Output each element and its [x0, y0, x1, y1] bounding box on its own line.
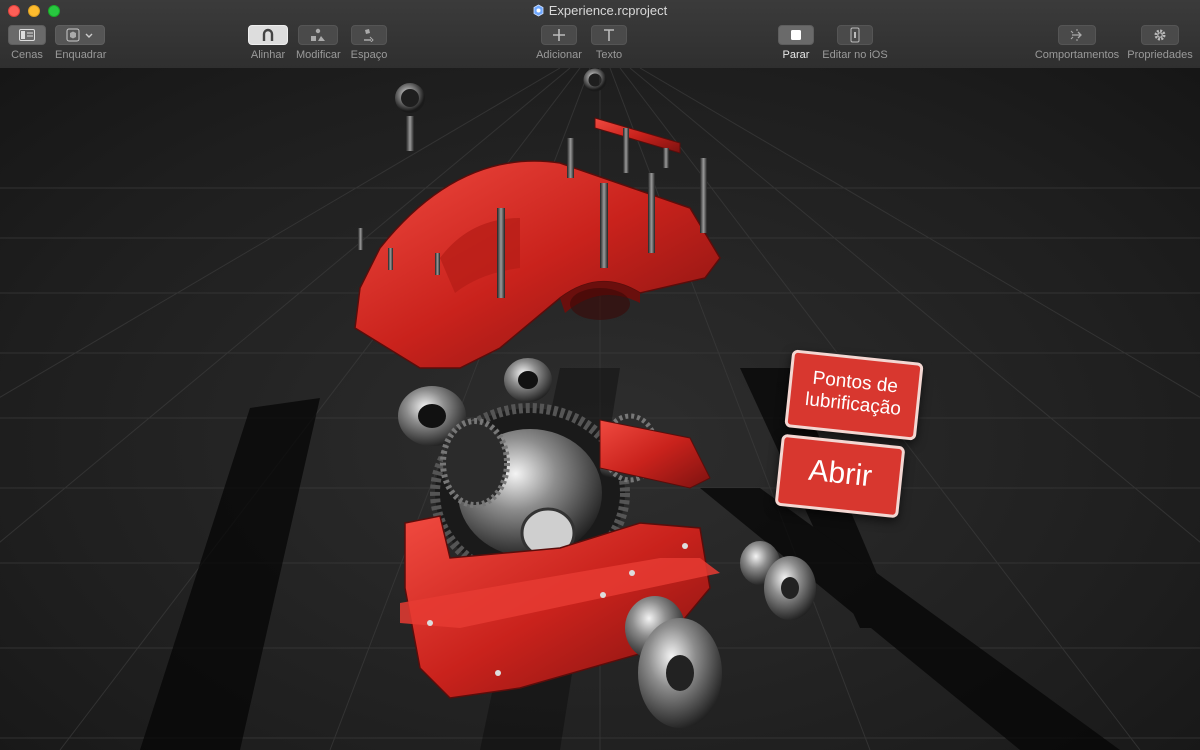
edit-ios-button[interactable]	[837, 25, 873, 45]
frame-cube-icon	[66, 28, 93, 42]
behaviors-button[interactable]	[1058, 25, 1096, 45]
modify-button[interactable]	[298, 25, 338, 45]
open-button[interactable]: Abrir	[774, 433, 906, 519]
text-icon	[604, 29, 614, 41]
frame-tool[interactable]: Enquadrar	[55, 25, 107, 62]
frame-label: Enquadrar	[55, 49, 107, 61]
edit-ios-tool[interactable]: Editar no iOS	[822, 25, 888, 62]
lubrication-points-button[interactable]: Pontos de lubrificação	[784, 349, 924, 441]
stop-icon	[791, 30, 801, 40]
gear-icon	[1154, 29, 1166, 41]
space-button[interactable]	[351, 25, 387, 45]
window-title: Experience.rcproject	[0, 3, 1200, 21]
scenes-button[interactable]	[8, 25, 46, 45]
frame-button[interactable]	[55, 25, 105, 45]
text-tool[interactable]: Texto	[591, 25, 627, 62]
text-button[interactable]	[591, 25, 627, 45]
sidebar-icon	[19, 29, 35, 41]
add-label: Adicionar	[536, 49, 582, 61]
text-label: Texto	[595, 49, 623, 61]
properties-button[interactable]	[1141, 25, 1179, 45]
plus-icon	[553, 29, 565, 41]
reality-composer-document-icon	[533, 4, 544, 21]
modify-shapes-icon	[311, 28, 325, 41]
behaviors-label: Comportamentos	[1034, 49, 1120, 61]
space-label: Espaço	[350, 49, 388, 61]
magnet-icon	[262, 28, 274, 41]
edit-ios-label: Editar no iOS	[822, 49, 888, 61]
properties-label: Propriedades	[1127, 49, 1193, 61]
modify-tool[interactable]: Modificar	[296, 25, 341, 62]
app-window: Experience.rcproject Cenas Enquadrar Ali…	[0, 0, 1200, 750]
align-label: Alinhar	[250, 49, 286, 61]
scenes-tool[interactable]: Cenas	[8, 25, 46, 62]
add-tool[interactable]: Adicionar	[535, 25, 583, 62]
iphone-icon	[850, 27, 860, 43]
scene-canvas	[0, 68, 1200, 750]
stop-button[interactable]	[778, 25, 814, 45]
add-button[interactable]	[541, 25, 577, 45]
window-title-text: Experience.rcproject	[548, 3, 668, 18]
upper-housing	[354, 160, 721, 369]
scene-viewport[interactable]: Pontos de lubrificação Abrir	[0, 68, 1200, 750]
cover-plate	[594, 117, 681, 154]
align-button[interactable]	[248, 25, 288, 45]
space-tool[interactable]: Espaço	[350, 25, 388, 62]
scenes-label: Cenas	[11, 49, 43, 61]
align-tool[interactable]: Alinhar	[248, 25, 288, 62]
stop-tool[interactable]: Parar	[778, 25, 814, 62]
title-bar: Experience.rcproject Cenas Enquadrar Ali…	[0, 0, 1200, 69]
behaviors-icon	[1070, 29, 1082, 41]
properties-tool[interactable]: Propriedades	[1127, 25, 1193, 62]
space-icon	[364, 29, 374, 42]
modify-label: Modificar	[296, 49, 341, 61]
behaviors-tool[interactable]: Comportamentos	[1034, 25, 1120, 62]
stop-label: Parar	[782, 49, 810, 61]
